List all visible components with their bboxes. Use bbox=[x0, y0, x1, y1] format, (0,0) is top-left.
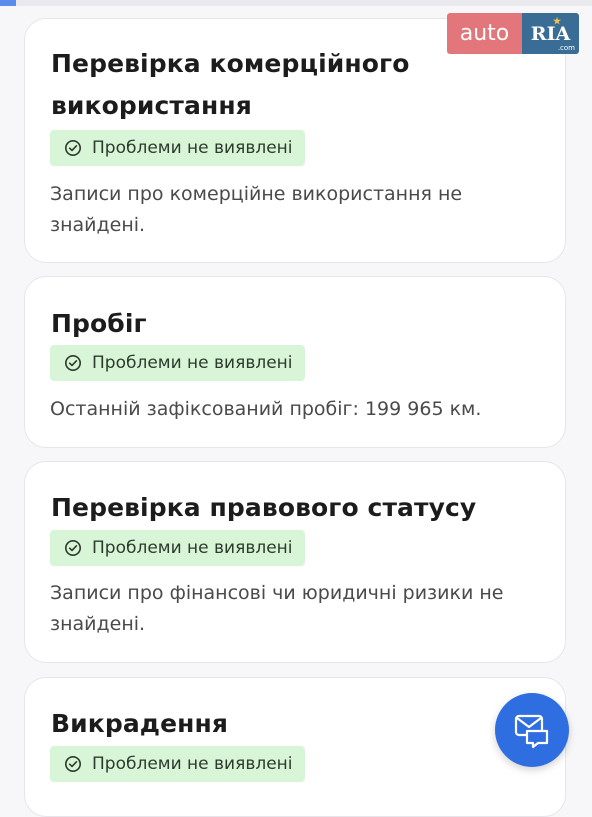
status-badge: Проблеми не виявлені bbox=[50, 130, 305, 166]
status-badge: Проблеми не виявлені bbox=[50, 746, 305, 782]
check-circle-icon bbox=[64, 354, 82, 372]
status-badge-label: Проблеми не виявлені bbox=[92, 353, 293, 373]
autoria-logo: auto ★ RIA .com bbox=[447, 13, 579, 54]
logo-ria-text: RIA bbox=[530, 22, 571, 45]
card-description: Останній зафіксований пробіг: 199 965 км… bbox=[50, 398, 482, 420]
card-title: Перевірка правового статусу bbox=[51, 493, 477, 522]
logo-star-icon: ★ bbox=[553, 17, 562, 27]
theft-card: Викрадення Проблеми не виявлені bbox=[24, 677, 566, 817]
check-circle-icon bbox=[64, 139, 82, 157]
legal-status-card: Перевірка правового статусу Проблеми не … bbox=[24, 461, 566, 663]
commercial-use-card: Перевірка комерційного використання Проб… bbox=[24, 18, 566, 263]
status-badge-label: Проблеми не виявлені bbox=[92, 754, 293, 774]
card-title: Пробіг bbox=[51, 309, 147, 338]
card-description: Записи про фінансові чи юридичні ризики … bbox=[50, 582, 504, 635]
logo-ria-block: ★ RIA .com bbox=[522, 13, 579, 54]
logo-com-text: .com bbox=[557, 44, 575, 52]
chat-button[interactable] bbox=[495, 693, 569, 767]
top-scroll-bar bbox=[0, 0, 592, 6]
status-badge-label: Проблеми не виявлені bbox=[92, 538, 293, 558]
check-circle-icon bbox=[64, 539, 82, 557]
status-badge-label: Проблеми не виявлені bbox=[92, 138, 293, 158]
card-title: Перевірка комерційного використання bbox=[51, 49, 410, 120]
logo-auto-text: auto bbox=[447, 13, 522, 54]
card-description: Записи про комерційне використання не зн… bbox=[50, 183, 463, 236]
status-badge: Проблеми не виявлені bbox=[50, 530, 305, 566]
card-title: Викрадення bbox=[51, 709, 229, 738]
chat-messages-icon bbox=[514, 714, 549, 749]
check-circle-icon bbox=[64, 755, 82, 773]
scroll-indicator bbox=[0, 0, 16, 6]
status-badge: Проблеми не виявлені bbox=[50, 345, 305, 381]
mileage-card: Пробіг Проблеми не виявлені Останній заф… bbox=[24, 276, 566, 448]
